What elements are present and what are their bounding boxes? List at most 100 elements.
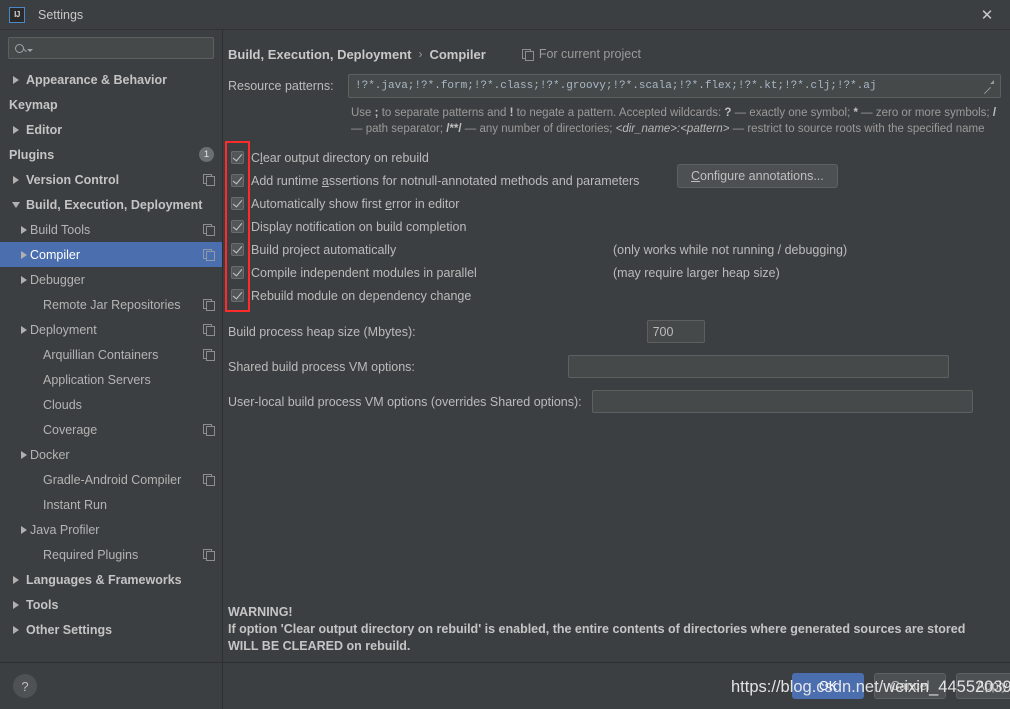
cancel-button[interactable]: Cancel <box>874 673 946 699</box>
close-icon[interactable]: ✕ <box>964 0 1010 29</box>
sidebar-item-label: Keymap <box>9 97 58 112</box>
chevron-right-icon[interactable] <box>9 576 22 584</box>
chevron-down-icon[interactable] <box>9 202 22 208</box>
sidebar-item-appearance-behavior[interactable]: Appearance & Behavior <box>0 67 222 92</box>
warning-message: WARNING! If option 'Clear output directo… <box>228 604 968 655</box>
checkbox-label: Build project automatically <box>251 243 396 257</box>
sidebar-item-label: Appearance & Behavior <box>26 72 168 87</box>
project-scope-icon <box>203 299 215 311</box>
chevron-right-icon[interactable] <box>9 126 22 134</box>
sidebar-footer: ? <box>0 662 222 709</box>
sidebar-item-build-tools[interactable]: Build Tools <box>0 217 222 242</box>
checkbox-row[interactable]: Automatically show first error in editor <box>228 192 1010 215</box>
sidebar-item-coverage[interactable]: Coverage <box>0 417 222 442</box>
sidebar-item-label: Tools <box>26 597 59 612</box>
sidebar-item-tools[interactable]: Tools <box>0 592 222 617</box>
shared-vm-options-row: Shared build process VM options: <box>223 355 1010 378</box>
chevron-right-icon[interactable] <box>17 276 30 284</box>
search-box[interactable] <box>8 37 214 59</box>
chevron-right-icon[interactable] <box>9 626 22 634</box>
sidebar-item-languages-frameworks[interactable]: Languages & Frameworks <box>0 567 222 592</box>
search-icon <box>15 43 24 53</box>
mnemonic-char: C <box>691 169 701 183</box>
sidebar-item-remote-jar-repositories[interactable]: Remote Jar Repositories <box>0 292 222 317</box>
chevron-right-icon[interactable] <box>9 176 22 184</box>
label-part: ear output directory on rebuild <box>262 150 429 165</box>
sidebar-item-java-profiler[interactable]: Java Profiler <box>0 517 222 542</box>
help-placeholder: <dir_name>:<pattern> <box>615 123 730 135</box>
sidebar-item-label: Editor <box>26 122 63 137</box>
checkbox-row[interactable]: Clear output directory on rebuild <box>228 146 1010 169</box>
checkbox-label: Display notification on build completion <box>251 220 466 234</box>
sidebar-item-deployment[interactable]: Deployment <box>0 317 222 342</box>
checkbox-hint: (may require larger heap size) <box>613 265 780 280</box>
checkbox[interactable] <box>231 197 244 210</box>
chevron-right-icon[interactable] <box>17 451 30 459</box>
dialog-button-bar: OK Cancel Apply <box>223 662 1010 709</box>
sidebar-item-docker[interactable]: Docker <box>0 442 222 467</box>
checkbox-row[interactable]: Add runtime assertions for notnull-annot… <box>228 164 1010 192</box>
expand-icon[interactable] <box>982 80 994 92</box>
checkbox-row[interactable]: Build project automatically (only works w… <box>228 238 1010 261</box>
shared-vm-options-input[interactable] <box>567 355 949 378</box>
sidebar-item-compiler[interactable]: Compiler <box>0 242 222 267</box>
heap-size-input[interactable] <box>646 320 705 343</box>
sidebar-item-editor[interactable]: Editor <box>0 117 222 142</box>
settings-sidebar: Appearance & Behavior Keymap Editor Plugins… <box>0 30 223 709</box>
for-current-project-label: For current project <box>521 47 641 61</box>
userlocal-vm-options-label: User-local build process VM options (ove… <box>228 394 582 409</box>
checkbox[interactable] <box>231 174 244 187</box>
sidebar-item-label: Plugins <box>9 147 55 162</box>
chevron-right-icon[interactable] <box>17 251 30 259</box>
label-part: ssertions for notnull-annotated methods … <box>328 173 640 188</box>
breadcrumb-separator-icon: › <box>418 47 423 61</box>
sidebar-item-instant-run[interactable]: Instant Run <box>0 492 222 517</box>
sidebar-item-other-settings[interactable]: Other Settings <box>0 617 222 642</box>
chevron-right-icon[interactable] <box>17 526 30 534</box>
sidebar-item-arquillian-containers[interactable]: Arquillian Containers <box>0 342 222 367</box>
label-part: Add runtime <box>251 173 322 188</box>
sidebar-item-application-servers[interactable]: Application Servers <box>0 367 222 392</box>
sidebar-item-label: Deployment <box>30 322 97 337</box>
breadcrumb-root[interactable]: Build, Execution, Deployment <box>228 47 411 62</box>
project-scope-icon <box>203 549 215 561</box>
userlocal-vm-options-input[interactable] <box>591 390 973 413</box>
checkbox[interactable] <box>231 243 244 256</box>
checkbox[interactable] <box>231 289 244 302</box>
sidebar-item-plugins[interactable]: Plugins 1 <box>0 142 222 167</box>
sidebar-item-version-control[interactable]: Version Control <box>0 167 222 192</box>
apply-button[interactable]: Apply <box>956 673 1010 699</box>
label-part: C <box>251 150 261 165</box>
checkbox-row[interactable]: Compile independent modules in parallel (… <box>228 261 1010 284</box>
checkbox-row[interactable]: Rebuild module on dependency change <box>228 284 1010 307</box>
sidebar-item-keymap[interactable]: Keymap <box>0 92 222 117</box>
chevron-right-icon[interactable] <box>17 326 30 334</box>
checkbox-label: Rebuild module on dependency change <box>251 289 471 303</box>
sidebar-item-required-plugins[interactable]: Required Plugins <box>0 542 222 567</box>
sidebar-item-clouds[interactable]: Clouds <box>0 392 222 417</box>
configure-annotations-button[interactable]: Configure annotations... <box>677 164 838 188</box>
help-text: to negate a pattern. Accepted wildcards: <box>513 107 725 119</box>
sidebar-item-label: Docker <box>30 447 70 462</box>
sidebar-item-label: Build Tools <box>30 222 91 237</box>
ok-button[interactable]: OK <box>792 673 864 699</box>
sidebar-item-gradle-android-compiler[interactable]: Gradle-Android Compiler <box>0 467 222 492</box>
checkbox-row[interactable]: Display notification on build completion <box>228 215 1010 238</box>
plugins-update-badge: 1 <box>199 147 214 162</box>
sidebar-item-debugger[interactable]: Debugger <box>0 267 222 292</box>
chevron-right-icon[interactable] <box>17 226 30 234</box>
checkbox[interactable] <box>231 266 244 279</box>
chevron-right-icon[interactable] <box>9 76 22 84</box>
project-scope-icon <box>203 324 215 336</box>
breadcrumb: Build, Execution, Deployment › Compiler … <box>223 30 1010 66</box>
sidebar-item-build-execution-deployment[interactable]: Build, Execution, Deployment <box>0 192 222 217</box>
checkbox[interactable] <box>231 151 244 164</box>
sidebar-item-label: Clouds <box>43 397 82 412</box>
search-input[interactable] <box>33 39 207 57</box>
help-button[interactable]: ? <box>13 674 37 698</box>
resource-patterns-input[interactable]: !?*.java;!?*.form;!?*.class;!?*.groovy;!… <box>348 74 1001 98</box>
title-bar: IJ Settings ✕ <box>0 0 1010 29</box>
chevron-right-icon[interactable] <box>9 601 22 609</box>
checkbox-label: Automatically show first error in editor <box>251 197 459 211</box>
checkbox[interactable] <box>231 220 244 233</box>
